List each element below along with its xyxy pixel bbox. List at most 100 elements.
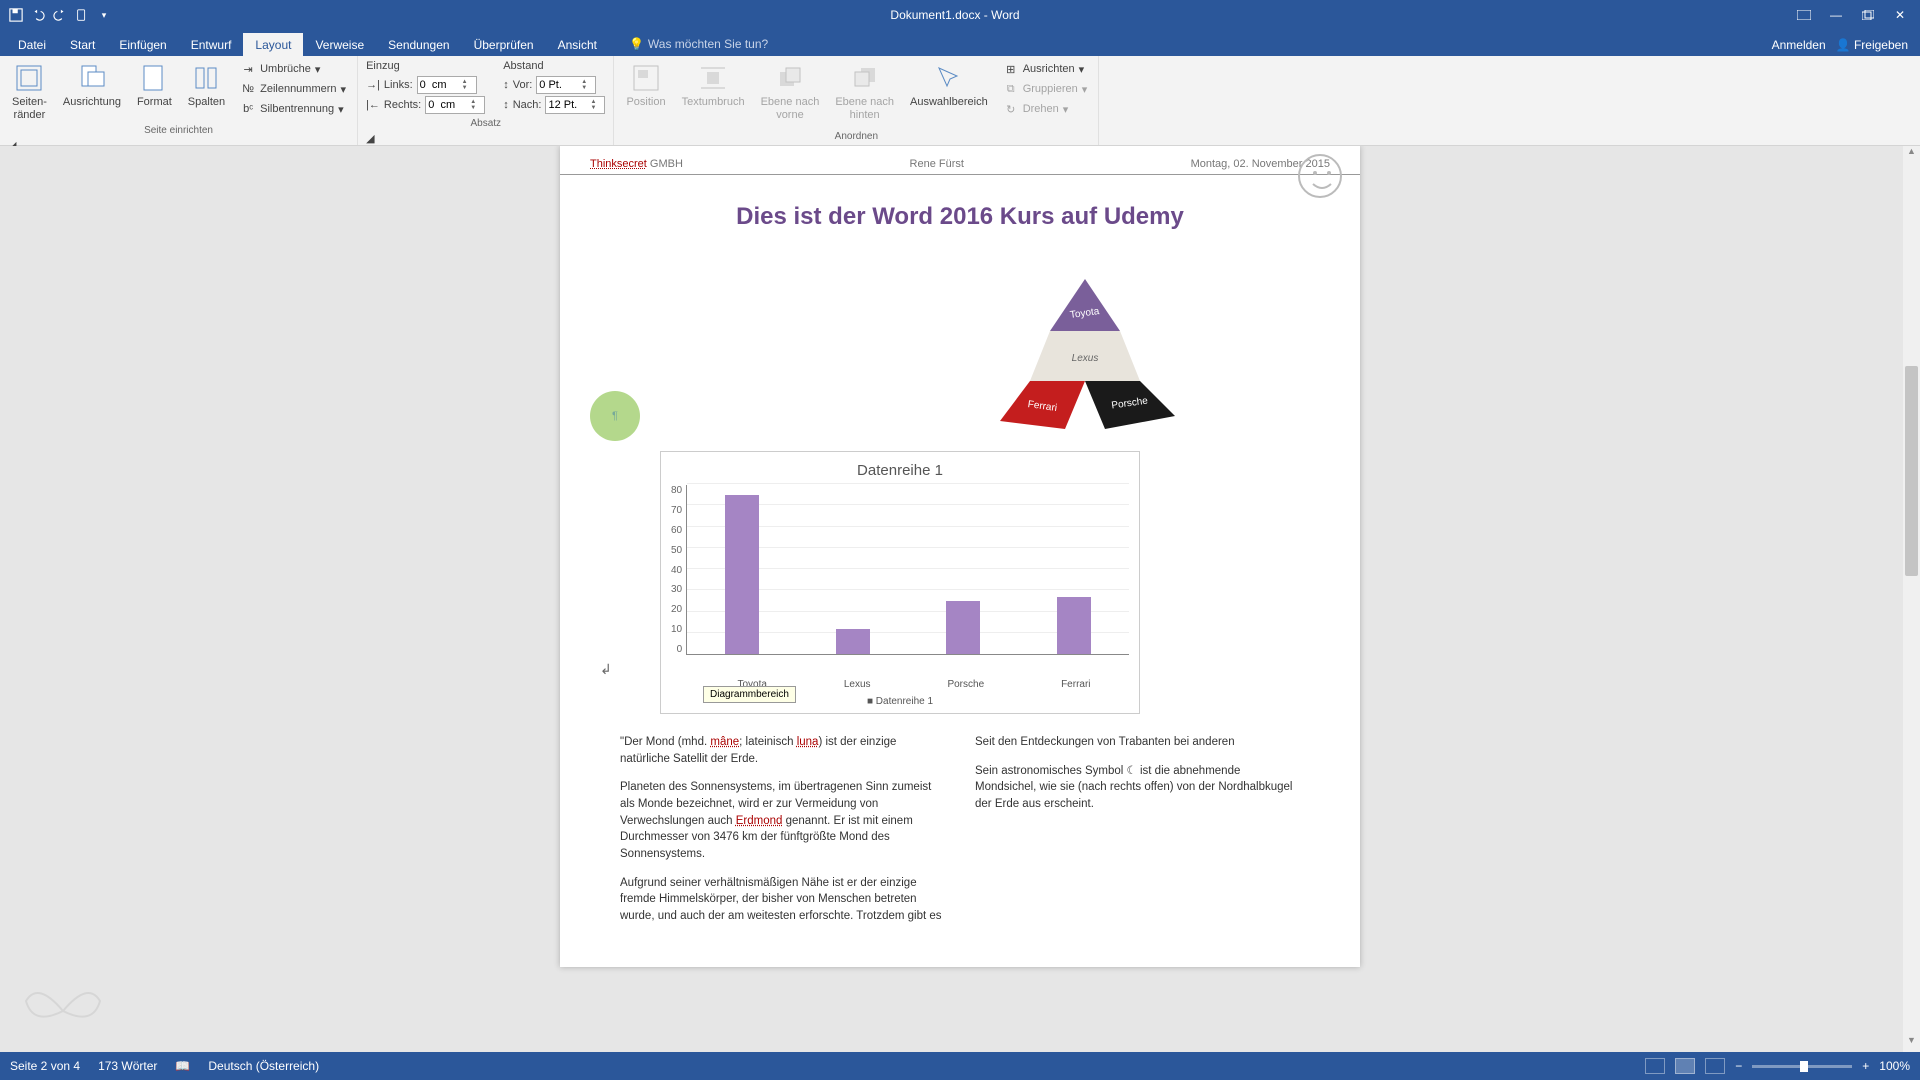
bring-forward-button: Ebene nach vorne — [757, 60, 824, 124]
tab-einfuegen[interactable]: Einfügen — [107, 33, 178, 56]
spacing-after-icon: ↕ — [503, 99, 509, 111]
chart-x-label: Porsche — [947, 679, 984, 690]
p1b: ; lateinisch — [739, 736, 797, 748]
close-icon[interactable]: ✕ — [1886, 5, 1914, 25]
signin-link[interactable]: Anmelden — [1772, 38, 1826, 52]
position-label: Position — [626, 96, 665, 109]
spacing-after-input[interactable]: ▲▼ — [545, 96, 605, 114]
paragraph-group-label: Absatz — [366, 117, 605, 132]
status-words[interactable]: 173 Wörter — [98, 1059, 157, 1073]
indent-left-label: Links: — [384, 79, 413, 91]
hyphenation-icon: bᶜ — [240, 101, 256, 117]
backward-icon — [849, 62, 881, 94]
hyphenation-button[interactable]: bᶜSilbentrennung ▾ — [237, 100, 349, 118]
size-button[interactable]: Format — [133, 60, 176, 111]
position-button: Position — [622, 60, 669, 111]
document-area[interactable]: Thinksecret GMBH Rene Fürst Montag, 02. … — [0, 146, 1920, 1052]
align-icon: ⊞ — [1003, 61, 1019, 77]
columns-label: Spalten — [188, 96, 225, 109]
read-mode-button[interactable] — [1645, 1058, 1665, 1074]
spacing-after-label: Nach: — [513, 99, 542, 111]
p1u1: mâne — [710, 736, 739, 748]
green-circle-shape[interactable]: ¶ — [590, 391, 640, 441]
ribbon-display-icon[interactable] — [1790, 5, 1818, 25]
wrap-label: Textumbruch — [682, 96, 745, 109]
smiley-graphic — [1298, 154, 1342, 198]
maximize-icon[interactable] — [1854, 5, 1882, 25]
tell-me-placeholder: Was möchten Sie tun? — [648, 37, 768, 51]
breaks-button[interactable]: ⇥Umbrüche ▾ — [237, 60, 349, 78]
indent-left-input[interactable]: ▲▼ — [417, 76, 477, 94]
p1u2: luna — [797, 736, 819, 748]
tab-datei[interactable]: Datei — [6, 33, 58, 56]
header-company-underlined: Thinksecret — [590, 158, 647, 170]
scroll-thumb[interactable] — [1905, 366, 1918, 576]
pyramid-chart[interactable]: Toyota Lexus Ferrari Porsche — [980, 271, 1190, 431]
orientation-label: Ausrichtung — [63, 96, 121, 109]
indent-left-icon: →| — [366, 79, 380, 91]
redo-icon[interactable] — [52, 7, 68, 23]
orientation-button[interactable]: Ausrichtung — [59, 60, 125, 111]
page[interactable]: Thinksecret GMBH Rene Fürst Montag, 02. … — [560, 146, 1360, 967]
share-label: Freigeben — [1854, 38, 1908, 52]
rotate-label: Drehen — [1023, 103, 1059, 115]
tab-ueberpruefen[interactable]: Überprüfen — [462, 33, 546, 56]
vertical-scrollbar[interactable]: ▲ ▼ — [1903, 146, 1920, 1052]
tab-ansicht[interactable]: Ansicht — [546, 33, 609, 56]
margins-button[interactable]: Seiten- ränder — [8, 60, 51, 124]
scroll-down-icon[interactable]: ▼ — [1903, 1035, 1920, 1052]
scroll-up-icon[interactable]: ▲ — [1903, 146, 1920, 163]
margins-label: Seiten- ränder — [12, 96, 47, 122]
hyphenation-label: Silbentrennung — [260, 103, 334, 115]
selection-icon — [933, 62, 965, 94]
selection-pane-button[interactable]: Auswahlbereich — [906, 60, 992, 111]
touch-mode-icon[interactable] — [74, 7, 90, 23]
share-button[interactable]: 👤 Freigeben — [1836, 38, 1908, 52]
bar-chart[interactable]: Datenreihe 1 80706050403020100 ToyotaLex… — [660, 451, 1140, 714]
print-layout-button[interactable] — [1675, 1058, 1695, 1074]
ribbon-tabs: Datei Start Einfügen Entwurf Layout Verw… — [0, 30, 1920, 56]
web-layout-button[interactable] — [1705, 1058, 1725, 1074]
spellcheck-icon[interactable]: 📖 — [175, 1059, 190, 1073]
spacing-before-input[interactable]: ▲▼ — [536, 76, 596, 94]
zoom-in-button[interactable]: + — [1862, 1059, 1869, 1073]
zoom-level[interactable]: 100% — [1879, 1059, 1910, 1073]
tab-sendungen[interactable]: Sendungen — [376, 33, 461, 56]
paragraph-launcher[interactable]: ◢ — [366, 132, 605, 145]
tab-start[interactable]: Start — [58, 33, 107, 56]
status-language[interactable]: Deutsch (Österreich) — [208, 1059, 319, 1073]
zoom-out-button[interactable]: − — [1735, 1059, 1742, 1073]
indent-right-icon: |← — [366, 99, 380, 111]
tab-layout[interactable]: Layout — [243, 33, 303, 56]
status-page[interactable]: Seite 2 von 4 — [10, 1059, 80, 1073]
spacing-before-label: Vor: — [513, 79, 533, 91]
ribbon: Seiten- ränder Ausrichtung Format Spalte… — [0, 56, 1920, 146]
chart-y-axis: 80706050403020100 — [671, 485, 686, 655]
qat-more-icon[interactable]: ▾ — [96, 7, 112, 23]
tell-me-search[interactable]: 💡Was möchten Sie tun? — [621, 32, 776, 56]
undo-icon[interactable] — [30, 7, 46, 23]
size-icon — [138, 62, 170, 94]
save-icon[interactable] — [8, 7, 24, 23]
spacing-title: Abstand — [503, 60, 605, 72]
chart-bar — [946, 601, 980, 654]
align-label: Ausrichten — [1023, 63, 1075, 75]
minimize-icon[interactable]: — — [1822, 5, 1850, 25]
forward-icon — [774, 62, 806, 94]
indent-right-input[interactable]: ▲▼ — [425, 96, 485, 114]
selection-label: Auswahlbereich — [910, 96, 988, 109]
line-numbers-button[interactable]: №Zeilennummern ▾ — [237, 80, 349, 98]
align-button[interactable]: ⊞Ausrichten ▾ — [1000, 60, 1091, 78]
chart-bar — [1057, 597, 1091, 654]
body-column-2: Seit den Entdeckungen von Trabanten bei … — [975, 734, 1300, 937]
backward-label: Ebene nach hinten — [835, 96, 894, 122]
columns-button[interactable]: Spalten — [184, 60, 229, 111]
tab-entwurf[interactable]: Entwurf — [179, 33, 244, 56]
zoom-slider[interactable] — [1752, 1065, 1852, 1068]
group-button: ⧉Gruppieren ▾ — [1000, 80, 1091, 98]
c2p2: Sein astronomisches Symbol ☾ ist die abn… — [975, 763, 1300, 813]
tab-verweise[interactable]: Verweise — [303, 33, 376, 56]
size-label: Format — [137, 96, 172, 109]
position-icon — [630, 62, 662, 94]
body-column-1: "Der Mond (mhd. mâne; lateinisch luna) i… — [620, 734, 945, 937]
